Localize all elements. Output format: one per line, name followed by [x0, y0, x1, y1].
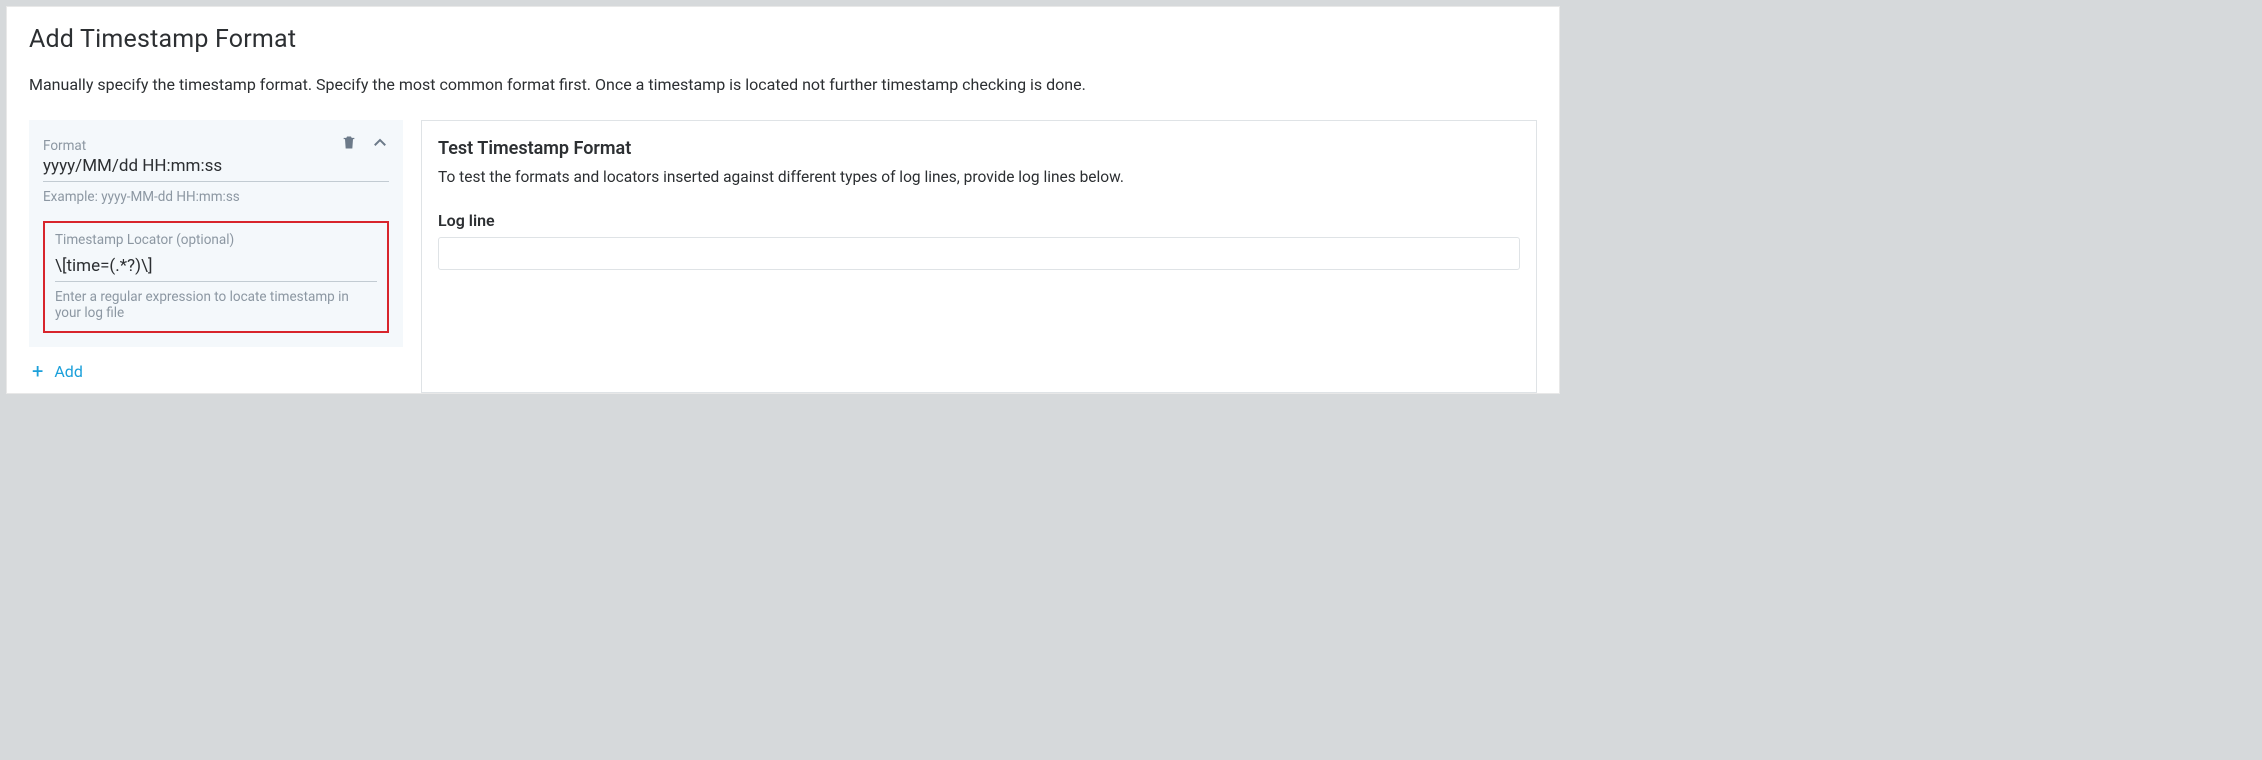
add-button[interactable]: + Add	[29, 357, 83, 393]
format-column: Format	[29, 120, 403, 393]
trash-icon[interactable]	[341, 134, 357, 151]
logline-input[interactable]	[438, 237, 1520, 270]
locator-input[interactable]	[55, 254, 377, 282]
format-helper: Example: yyyy-MM-dd HH:mm:ss	[43, 189, 389, 205]
test-panel-description: To test the formats and locators inserte…	[438, 166, 1520, 188]
plus-icon: +	[32, 361, 43, 381]
page-title: Add Timestamp Format	[29, 25, 1537, 54]
main-panel: Add Timestamp Format Manually specify th…	[6, 6, 1560, 394]
format-card: Format	[29, 120, 403, 347]
locator-helper: Enter a regular expression to locate tim…	[55, 289, 377, 321]
columns: Format	[29, 120, 1537, 393]
card-action-icons	[341, 120, 389, 154]
test-panel: Test Timestamp Format To test the format…	[421, 120, 1537, 393]
format-input[interactable]	[43, 154, 389, 182]
logline-label: Log line	[438, 211, 1520, 230]
locator-highlight-box: Timestamp Locator (optional) Enter a reg…	[43, 221, 389, 333]
test-panel-title: Test Timestamp Format	[438, 138, 1520, 159]
add-button-label: Add	[54, 362, 82, 381]
chevron-up-icon[interactable]	[371, 134, 389, 152]
format-field-label: Format	[43, 138, 86, 154]
page-description: Manually specify the timestamp format. S…	[29, 74, 1537, 96]
locator-field-label: Timestamp Locator (optional)	[55, 232, 377, 248]
